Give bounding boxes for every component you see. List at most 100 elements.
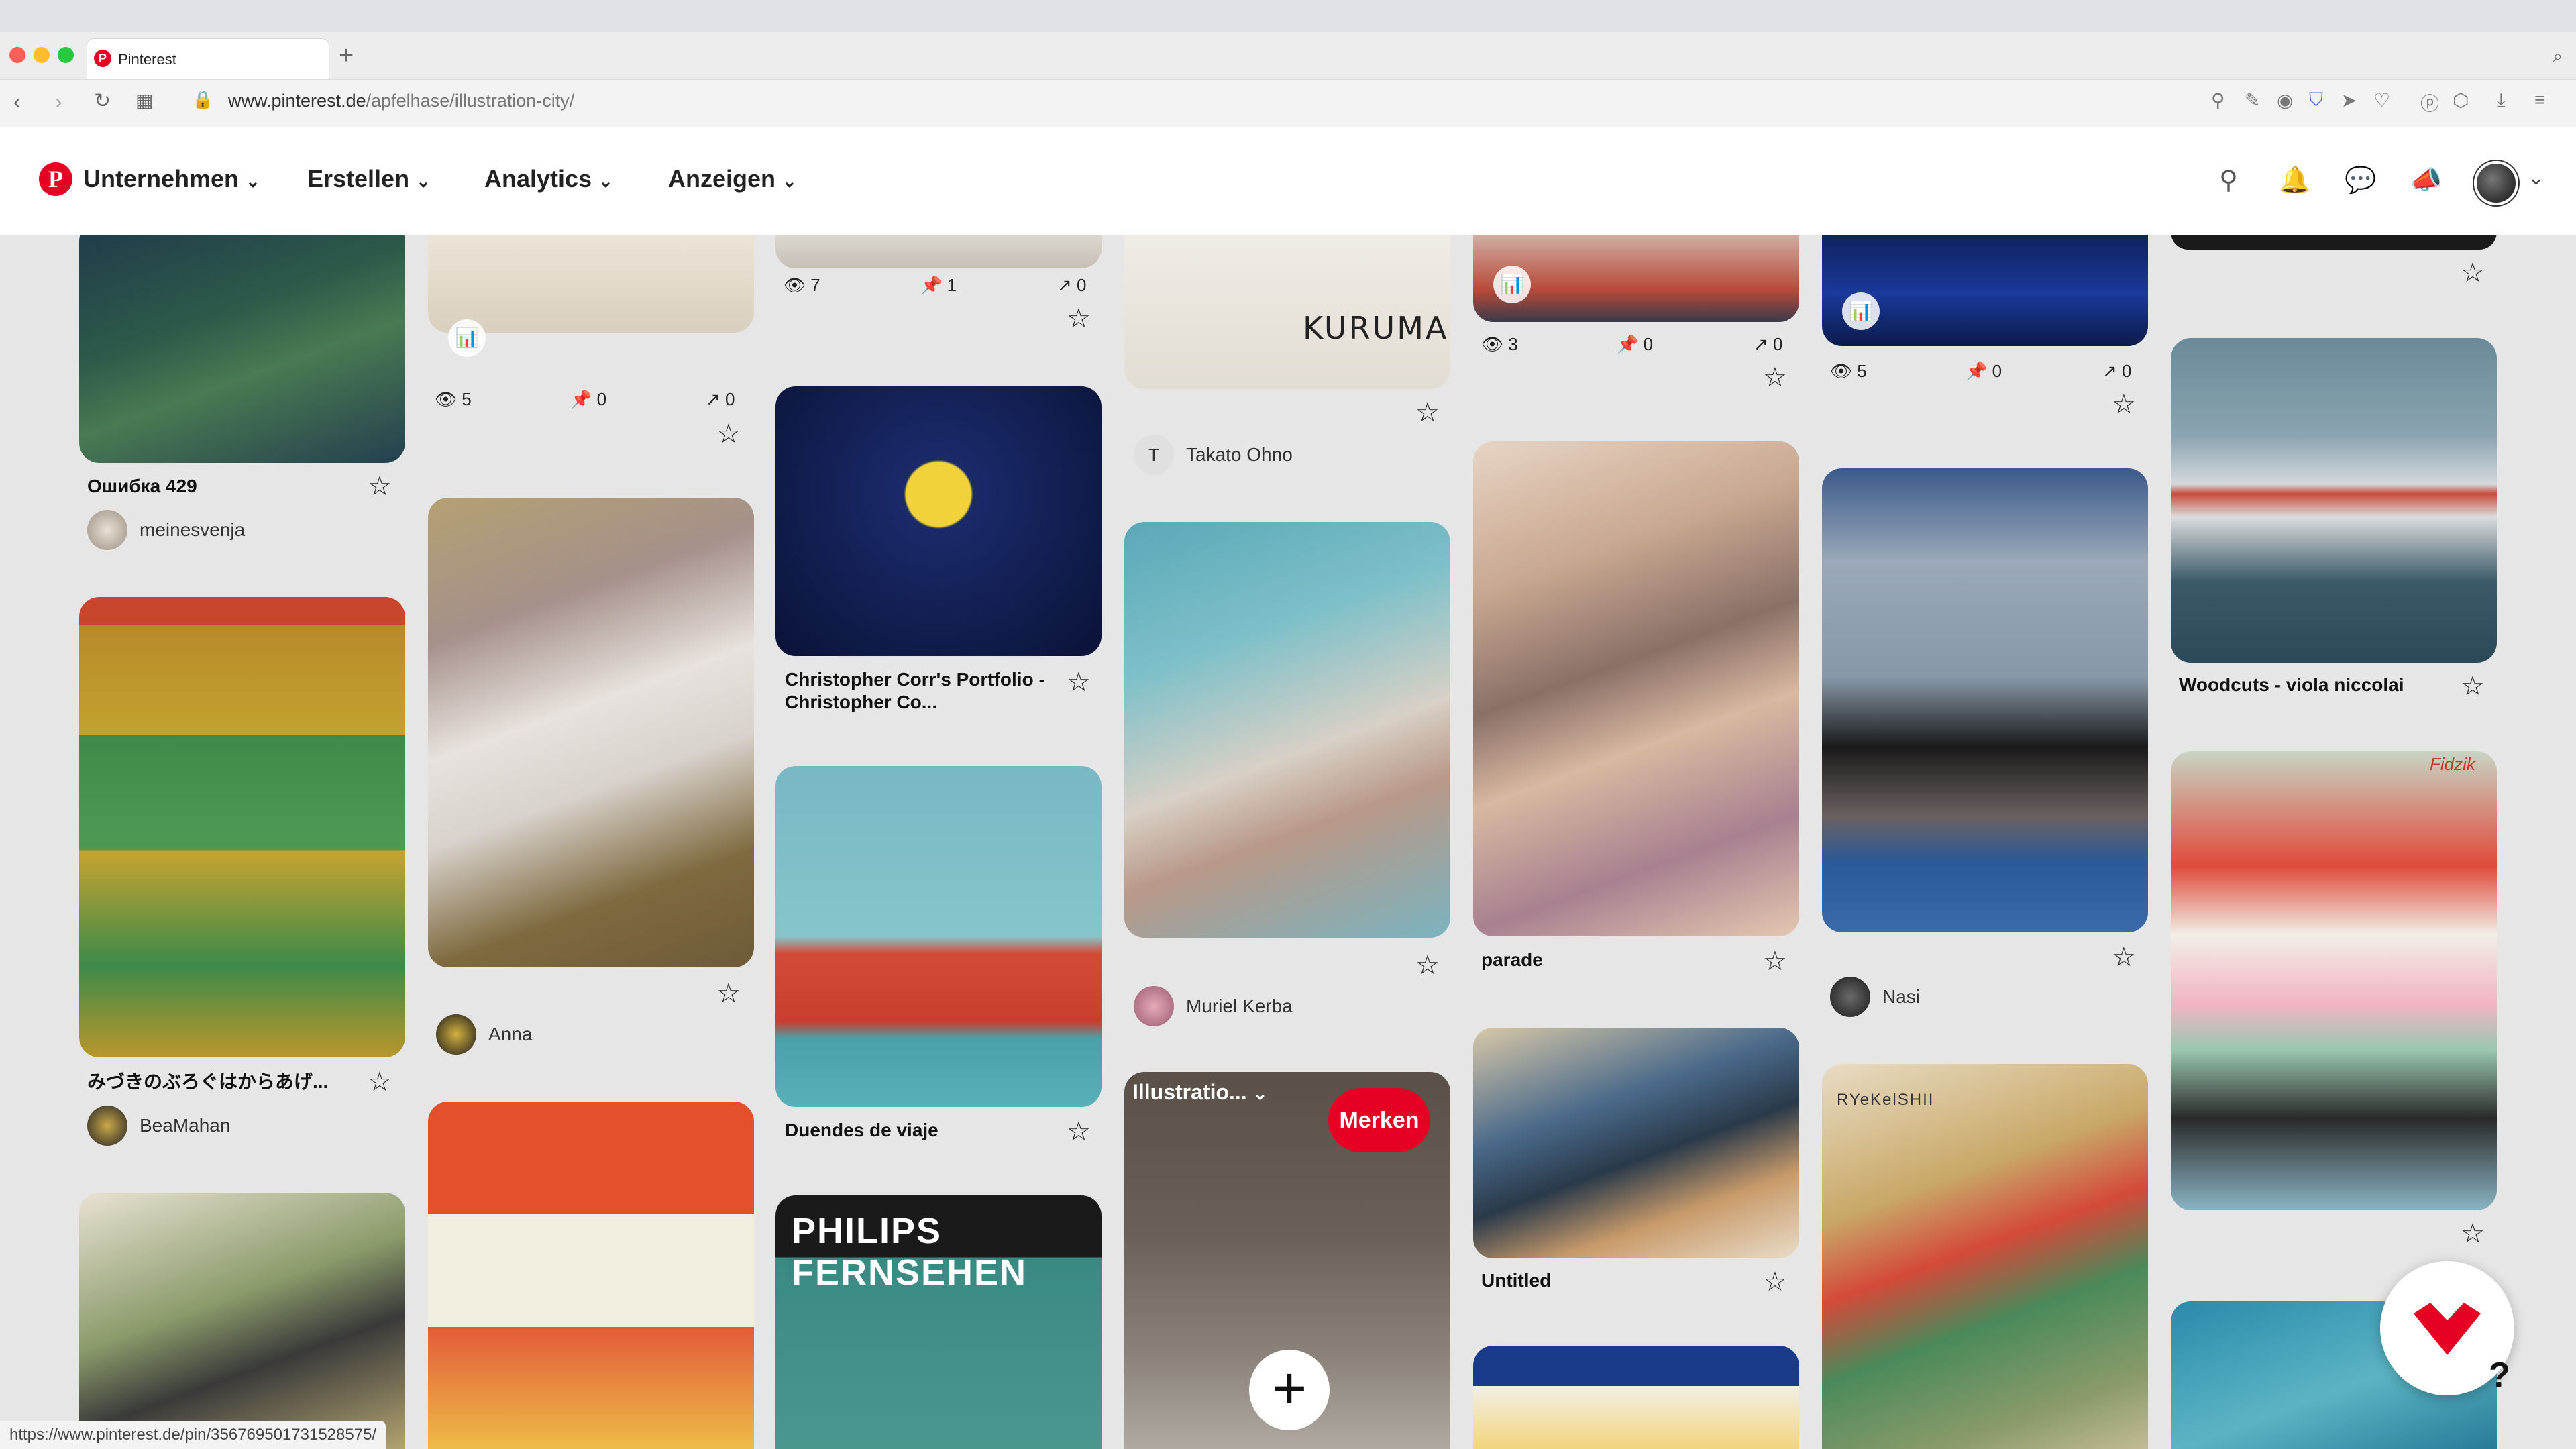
stats-icon[interactable]: 📊	[1842, 292, 1880, 330]
star-icon[interactable]: ☆	[368, 1067, 392, 1097]
pin-title[interactable]: Christopher Corr's Portfolio - Christoph…	[785, 668, 1053, 714]
camera-icon[interactable]: ◉	[2277, 89, 2293, 111]
pin-user[interactable]: Muriel Kerba	[1186, 996, 1293, 1017]
pin-title[interactable]: parade	[1481, 949, 1750, 971]
browser-search-icon[interactable]: ⌕	[2553, 46, 2563, 67]
pin-image[interactable]	[1822, 468, 2148, 932]
avatar[interactable]	[1134, 986, 1174, 1026]
pin-image[interactable]	[1822, 235, 2148, 346]
star-icon[interactable]: ☆	[2112, 942, 2136, 973]
avatar[interactable]	[87, 1106, 127, 1146]
avatar[interactable]	[436, 1014, 476, 1055]
pinterest-logo-icon[interactable]: P	[39, 162, 72, 196]
pin-image[interactable]	[2171, 338, 2497, 663]
pin-user[interactable]: Takato Ohno	[1186, 444, 1293, 466]
search-icon[interactable]: ⚲	[2212, 164, 2245, 197]
star-icon[interactable]: ☆	[2461, 258, 2485, 288]
star-icon[interactable]: ☆	[1067, 303, 1091, 334]
pinterest-extension-icon[interactable]: ⓟ	[2420, 89, 2439, 116]
star-icon[interactable]: ☆	[1763, 362, 1787, 393]
add-icon[interactable]: +	[1249, 1350, 1330, 1430]
star-icon[interactable]: ☆	[1763, 946, 1787, 977]
pin-image[interactable]	[428, 498, 754, 967]
url-field[interactable]: www.pinterest.de/apfelhase/illustration-…	[228, 91, 574, 111]
star-icon[interactable]: ☆	[1415, 950, 1440, 981]
pin-image[interactable]	[1124, 522, 1450, 938]
star-icon[interactable]: ☆	[2112, 389, 2136, 420]
menu-analytics[interactable]: Analytics ⌄	[484, 165, 613, 193]
pin-image[interactable]: PHILIPS FERNSEHEN	[775, 1195, 1102, 1449]
stats-icon[interactable]: 📊	[1493, 266, 1531, 303]
star-icon[interactable]: ☆	[368, 471, 392, 502]
download-icon[interactable]: ⤓	[2497, 89, 2505, 111]
pin-title[interactable]: Woodcuts - viola niccolai	[2179, 674, 2447, 696]
pin-stats: ↗ 0	[706, 389, 735, 409]
stats-icon[interactable]: 📊	[448, 319, 486, 357]
pin-stats: 📌 0	[570, 389, 607, 409]
menu-erstellen[interactable]: Erstellen ⌄	[307, 165, 431, 193]
pin-image[interactable]	[775, 386, 1102, 656]
chat-icon[interactable]: 💬	[2344, 164, 2377, 197]
star-icon[interactable]: ☆	[1067, 667, 1091, 698]
menu-icon[interactable]: ≡	[2534, 89, 2545, 111]
avatar[interactable]: T	[1134, 435, 1174, 475]
star-icon[interactable]: ☆	[716, 978, 741, 1009]
menu-anzeigen[interactable]: Anzeigen ⌄	[668, 165, 797, 193]
pin-image[interactable]	[2171, 235, 2497, 250]
pin-image[interactable]	[79, 597, 405, 1057]
new-tab-button[interactable]: +	[339, 42, 354, 70]
pin-image[interactable]	[79, 1193, 405, 1449]
help-button[interactable]: ?	[2489, 1355, 2510, 1395]
heart-icon[interactable]: ♡	[2373, 89, 2390, 111]
pin-user[interactable]: Nasi	[1882, 986, 1920, 1008]
shield-icon[interactable]: ⛉	[2309, 89, 2323, 111]
browser-top-strip	[0, 0, 2576, 32]
pin-image[interactable]	[1473, 1028, 1799, 1258]
star-icon[interactable]: ☆	[2461, 1218, 2485, 1249]
pin-user[interactable]: Anna	[488, 1024, 532, 1045]
close-window-icon[interactable]	[9, 47, 25, 63]
pin-title[interactable]: Ошибка 429	[87, 475, 356, 498]
pin-image[interactable]	[1473, 441, 1799, 936]
pin-image[interactable]	[1473, 1346, 1799, 1449]
back-icon[interactable]: ‹	[13, 89, 21, 114]
zoom-icon[interactable]: ⚲	[2211, 89, 2225, 111]
cube-icon[interactable]: ⬡	[2453, 89, 2469, 111]
avatar[interactable]	[2474, 161, 2518, 205]
minimize-window-icon[interactable]	[34, 47, 50, 63]
star-icon[interactable]: ☆	[2461, 671, 2485, 702]
browser-tab[interactable]: P Pinterest	[87, 39, 329, 79]
tabs-grid-icon[interactable]: ▦	[136, 89, 153, 111]
pin-stats: 📌 0	[1617, 334, 1654, 354]
avatar[interactable]	[87, 510, 127, 550]
avatar[interactable]	[1830, 977, 1870, 1017]
pin-title[interactable]: みづきのぶろぐはからあげ...	[87, 1071, 356, 1093]
zoom-window-icon[interactable]	[58, 47, 74, 63]
pin-user[interactable]: BeaMahan	[140, 1115, 230, 1136]
account-chevron-down-icon[interactable]: ⌄	[2528, 166, 2544, 190]
edit-icon[interactable]: ✎	[2245, 89, 2260, 111]
pin-image[interactable]	[775, 766, 1102, 1107]
send-icon[interactable]: ➤	[2341, 89, 2357, 111]
pin-title[interactable]: Duendes de viaje	[785, 1119, 1053, 1142]
pin-image[interactable]	[428, 235, 754, 333]
star-icon[interactable]: ☆	[716, 419, 741, 449]
pin-image[interactable]: RYeKelSHII	[1822, 1064, 2148, 1449]
pin-image[interactable]	[775, 235, 1102, 268]
pin-title[interactable]: Untitled	[1481, 1269, 1750, 1292]
star-icon[interactable]: ☆	[1763, 1267, 1787, 1297]
bell-icon[interactable]: 🔔	[2278, 164, 2312, 197]
star-icon[interactable]: ☆	[1415, 397, 1440, 428]
menu-unternehmen[interactable]: Unternehmen ⌄	[83, 165, 260, 193]
pin-image[interactable]	[79, 235, 405, 463]
board-select[interactable]: Illustratio... ⌄	[1132, 1080, 1334, 1127]
pin-image[interactable]: KURUMA	[1124, 235, 1450, 389]
pin-user[interactable]: meinesvenja	[140, 519, 245, 541]
forward-icon[interactable]: ›	[55, 89, 62, 114]
pin-image[interactable]: Fidzik	[2171, 751, 2497, 1210]
merken-button[interactable]: Merken	[1328, 1088, 1430, 1152]
pin-image[interactable]	[428, 1102, 754, 1449]
megaphone-icon[interactable]: 📣	[2410, 164, 2443, 197]
star-icon[interactable]: ☆	[1067, 1116, 1091, 1147]
reload-icon[interactable]: ↻	[94, 89, 111, 113]
